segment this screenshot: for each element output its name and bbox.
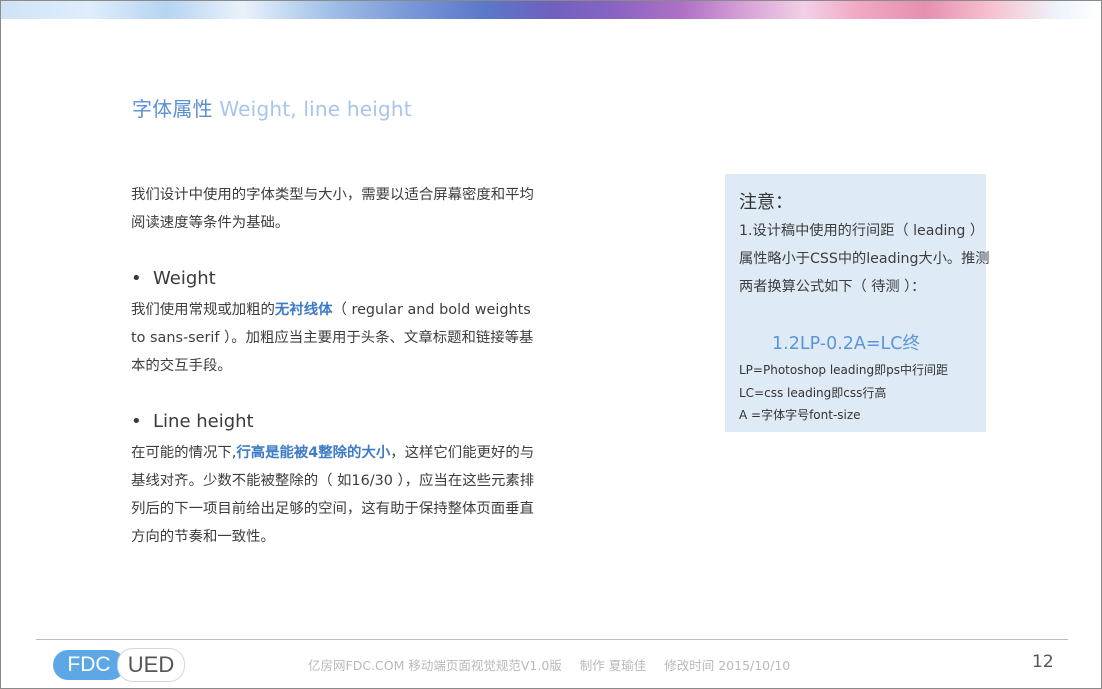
bullet-icon: •: [131, 268, 142, 289]
footer-meta: 亿房网FDC.COM 移动端页面视觉规范V1.0版 制作 夏瑜佳 修改时间 20…: [308, 655, 804, 674]
weight-heading: • Weight: [131, 268, 216, 289]
page-title: 字体属性 Weight, line height: [132, 93, 412, 122]
decorative-banner: [1, 1, 1101, 19]
line-height-paragraph: 在可能的情况下,行高是能被4整除的大小，这样它们能更好的与基线对齐。少数不能被整…: [131, 439, 541, 551]
note-formula: 1.2LP-0.2A=LC终: [772, 334, 920, 354]
fdc-ued-logo: FDC UED: [53, 648, 188, 682]
title-chinese: 字体属性: [132, 97, 213, 121]
logo-ued: UED: [117, 648, 185, 682]
note-definition-a: A =字体字号font-size: [739, 408, 861, 422]
line-height-text-before: 在可能的情况下,: [131, 445, 237, 461]
weight-heading-label: Weight: [153, 268, 216, 289]
note-box: 注意： 1.设计稿中使用的行间距（ leading ）属性略小于CSS中的lea…: [725, 174, 989, 432]
note-definition-lc: LC=css leading即css行高: [739, 386, 887, 400]
page-number: 12: [1032, 652, 1054, 672]
weight-highlight: 无衬线体: [274, 302, 333, 318]
intro-paragraph: 我们设计中使用的字体类型与大小，需要以适合屏幕密度和平均阅读速度等条件为基础。: [131, 187, 534, 231]
bullet-icon: •: [131, 411, 142, 432]
line-height-heading: • Line height: [131, 411, 254, 432]
line-height-heading-label: Line height: [153, 411, 254, 432]
footer-modified-date: 修改时间 2015/10/10: [664, 658, 791, 673]
weight-text-before: 我们使用常规或加粗的: [131, 302, 275, 318]
footer-divider: [36, 639, 1068, 640]
note-title: 注意：: [739, 192, 793, 213]
line-height-highlight: 行高是能被4整除的大小: [236, 445, 391, 461]
title-english: Weight, line height: [219, 97, 412, 121]
note-body: 1.设计稿中使用的行间距（ leading ）属性略小于CSS中的leading…: [739, 223, 990, 295]
note-definition-lp: LP=Photoshop leading即ps中行间距: [739, 363, 948, 377]
footer-author: 制作 夏瑜佳: [579, 658, 647, 673]
weight-paragraph: 我们使用常规或加粗的无衬线体（ regular and bold weights…: [131, 296, 541, 380]
logo-fdc: FDC: [53, 650, 125, 680]
footer-document-name: 亿房网FDC.COM 移动端页面视觉规范V1.0版: [308, 658, 562, 673]
